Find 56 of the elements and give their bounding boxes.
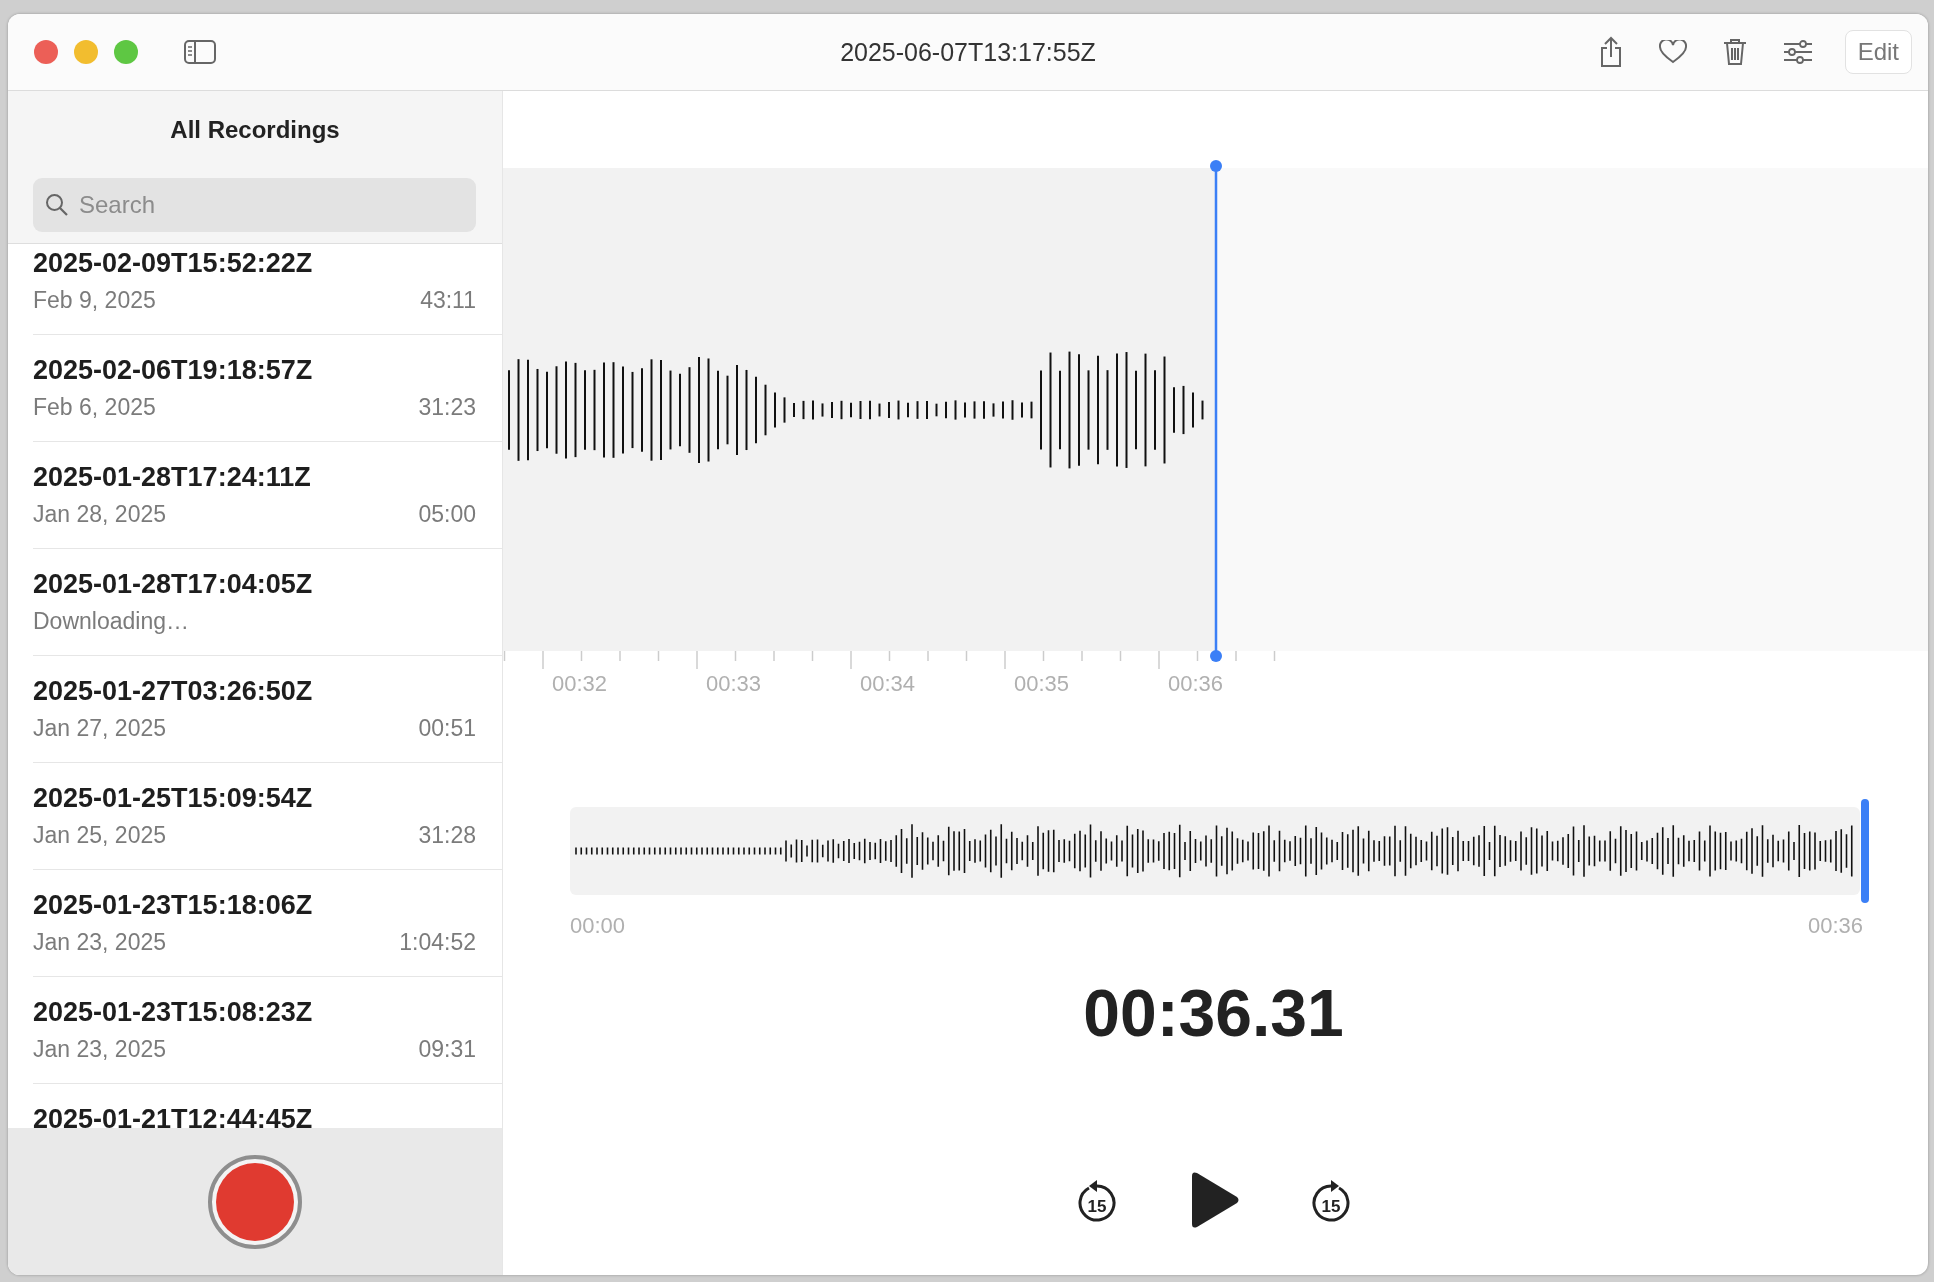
recording-title: 2025-01-23T15:18:06Z (33, 890, 314, 920)
overview-waveform[interactable] (570, 807, 1860, 895)
recording-duration: 1:04:52 (399, 929, 476, 956)
search-field[interactable]: Search (33, 178, 476, 232)
recording-title: 2025-02-09T15:52:22Z (33, 248, 314, 278)
tick-label: 00:35 (1014, 671, 1071, 697)
recording-title: 2025-02-06T19:18:57Z (33, 355, 314, 385)
recording-row[interactable]: 2025-02-09T15:52:22Z Feb 9, 2025 43:11 (33, 244, 502, 335)
edit-button[interactable]: Edit (1844, 30, 1912, 74)
recording-title: 2025-01-27T03:26:50Z (33, 676, 314, 706)
recording-title: 2025-01-28T17:24:11Z (33, 462, 312, 492)
recording-row[interactable]: 2025-01-28T17:24:11Z Jan 28, 2025 05:00 (33, 442, 502, 549)
recording-duration: 43:11 (420, 287, 476, 314)
close-button[interactable] (34, 40, 58, 64)
skip-forward-button[interactable]: 15 (1309, 1178, 1352, 1222)
recording-date: Jan 25, 2025 (33, 822, 166, 849)
end-time: 00:36 (1807, 913, 1863, 939)
sidebar-title: All Recordings (169, 116, 341, 144)
recording-date: Jan 23, 2025 (33, 929, 166, 956)
recording-row[interactable]: 2025-01-23T15:18:06Z Jan 23, 2025 1:04:52 (33, 870, 502, 977)
recording-title: 2025-01-23T15:08:23Z (33, 997, 314, 1027)
sliders-icon[interactable] (1782, 40, 1813, 64)
tick-label: 00:33 (706, 671, 763, 697)
recording-date: Jan 28, 2025 (33, 501, 166, 528)
playback-time: 00:36.31 (1082, 975, 1345, 1051)
tick-label: 00:36 (1168, 671, 1225, 697)
recording-row[interactable]: 2025-01-23T15:08:23Z Jan 23, 2025 09:31 (33, 977, 502, 1084)
recording-row[interactable]: 2025-02-06T19:18:57Z Feb 6, 2025 31:23 (33, 335, 502, 442)
recording-row[interactable]: 2025-01-28T17:04:05Z Downloading… (33, 549, 502, 656)
tick-label: 00:32 (552, 671, 609, 697)
recording-date: Jan 23, 2025 (33, 1036, 166, 1063)
recording-duration: 31:23 (418, 394, 476, 421)
recording-duration: 09:31 (418, 1036, 476, 1063)
start-time: 00:00 (570, 913, 626, 939)
share-icon[interactable] (1598, 36, 1623, 68)
recording-title: 2025-01-21T12:44:45Z (33, 1104, 314, 1128)
recording-title: 2025-01-28T17:04:05Z (33, 569, 314, 599)
recording-date: Feb 9, 2025 (33, 287, 156, 314)
download-status: Downloading… (33, 608, 189, 635)
recording-row[interactable]: 2025-01-25T15:09:54Z Jan 25, 2025 31:28 (33, 763, 502, 870)
search-icon (45, 193, 69, 217)
recording-title: 2025-01-25T15:09:54Z (33, 783, 314, 813)
playhead-handle[interactable] (1861, 799, 1869, 903)
recording-date: Jan 27, 2025 (33, 715, 166, 742)
recording-row[interactable]: 2025-01-27T03:26:50Z Jan 27, 2025 00:51 (33, 656, 502, 763)
sidebar-toggle-icon[interactable] (184, 40, 216, 64)
recording-duration: 00:51 (418, 715, 476, 742)
playhead[interactable] (1208, 160, 1224, 662)
recording-duration: 31:28 (418, 822, 476, 849)
window-title: 2025-06-07T13:17:55Z (840, 37, 1096, 67)
heart-icon[interactable] (1658, 40, 1687, 64)
tick-label: 00:34 (860, 671, 917, 697)
recording-date: Feb 6, 2025 (33, 394, 156, 421)
trash-icon[interactable] (1722, 38, 1747, 66)
skip-back-button[interactable]: 15 (1075, 1178, 1118, 1222)
recording-duration: 05:00 (418, 501, 476, 528)
